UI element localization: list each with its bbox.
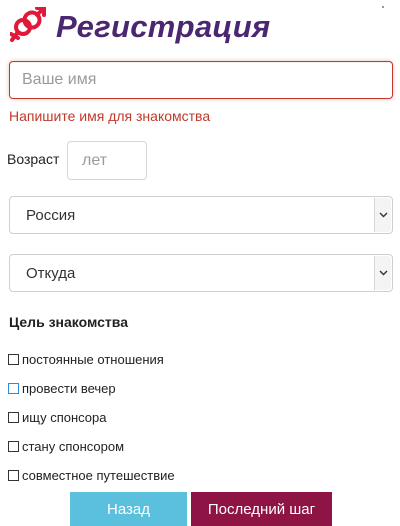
- chevron-down-icon[interactable]: [374, 198, 391, 232]
- goal-label: провести вечер: [22, 381, 116, 396]
- goal-option[interactable]: постоянные отношения: [8, 345, 175, 374]
- goal-checkbox[interactable]: [8, 383, 19, 394]
- name-error-message: Напишите имя для знакомства: [9, 108, 211, 124]
- goal-label: постоянные отношения: [22, 352, 164, 367]
- back-button[interactable]: Назад: [70, 492, 187, 526]
- age-input[interactable]: [67, 141, 147, 180]
- goal-option[interactable]: провести вечер: [8, 374, 175, 403]
- decorative-dot: [382, 6, 384, 8]
- page-title: Регистрация: [56, 9, 271, 44]
- last-step-button[interactable]: Последний шаг: [191, 492, 332, 526]
- country-select-value: Россия: [26, 207, 76, 224]
- city-select[interactable]: Откуда: [9, 254, 393, 292]
- goal-label: совместное путешествие: [22, 468, 175, 483]
- goal-option[interactable]: ищу спонсора: [8, 403, 175, 432]
- goal-option[interactable]: стану спонсором: [8, 432, 175, 461]
- goal-checkbox[interactable]: [8, 441, 19, 452]
- chevron-down-icon[interactable]: [374, 256, 391, 290]
- age-label: Возраст: [7, 151, 60, 167]
- city-select-value: Откуда: [26, 265, 76, 282]
- goal-section-title: Цель знакомства: [9, 314, 128, 330]
- page-header: Регистрация: [10, 4, 271, 50]
- goal-checkbox[interactable]: [8, 354, 19, 365]
- goal-checkbox-list: постоянные отношения провести вечер ищу …: [8, 345, 175, 490]
- name-input[interactable]: [9, 61, 393, 99]
- gender-symbols-icon: [10, 7, 46, 42]
- goal-checkbox[interactable]: [8, 470, 19, 481]
- goal-label: стану спонсором: [22, 439, 125, 454]
- country-select[interactable]: Россия: [9, 196, 393, 234]
- goal-checkbox[interactable]: [8, 412, 19, 423]
- goal-option[interactable]: совместное путешествие: [8, 461, 175, 490]
- goal-label: ищу спонсора: [22, 410, 107, 425]
